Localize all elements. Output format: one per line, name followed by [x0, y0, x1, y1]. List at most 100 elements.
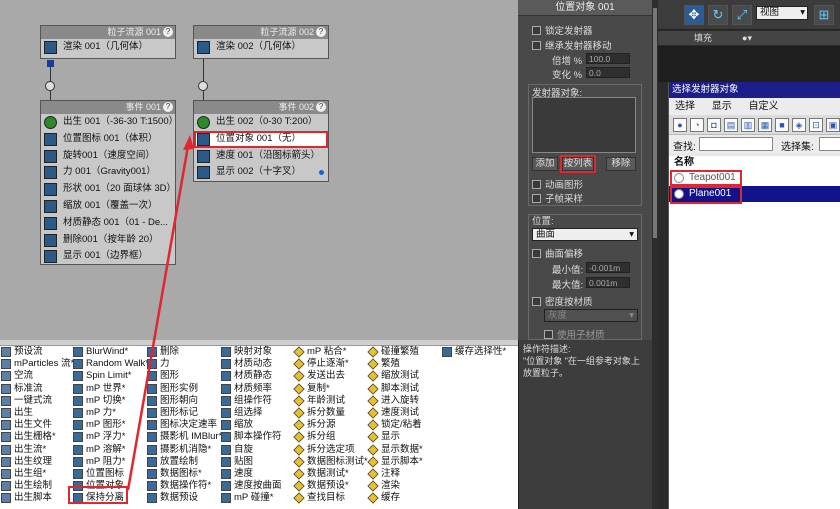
scale-icon[interactable]: ⤢ [732, 5, 752, 25]
depot-item[interactable]: 显示数据* [367, 444, 441, 456]
dropdown-icon[interactable]: ●▾ [742, 33, 752, 43]
operator-shape[interactable]: 形状 001（20 面球体 3D） [41, 181, 176, 198]
depot-item[interactable]: 材质频率 [220, 383, 294, 395]
depot-item[interactable]: 数据预设* [293, 480, 367, 492]
depot-item[interactable]: 渲染 [367, 480, 441, 492]
operator-scale[interactable]: 缩放 001（覆盖一次） [41, 198, 175, 215]
depot-item[interactable]: 拆分组 [293, 431, 367, 443]
menu-select[interactable]: 选择 [675, 101, 695, 112]
filter-warps-icon[interactable]: ▦ [758, 118, 772, 132]
find-input[interactable] [699, 137, 773, 151]
operator-position-icon[interactable]: 位置图标 001（体积） [41, 131, 175, 148]
depot-item[interactable]: 材质动态 [220, 358, 294, 370]
filter-helpers-icon[interactable]: ▥ [741, 118, 755, 132]
depot-item[interactable]: 缩放测试 [367, 370, 441, 383]
operator-birth-2[interactable]: 出生 002（0-30 T:200） [194, 114, 328, 131]
menu-display[interactable]: 显示 [712, 101, 732, 112]
depot-item[interactable]: 停止逐渐* [293, 358, 367, 370]
depot-item[interactable]: 拆分选定项 [293, 444, 367, 456]
depot-item[interactable]: Random Walk* [72, 358, 149, 370]
depot-item[interactable]: 查找目标 [293, 492, 367, 504]
depot-item[interactable]: 出生栅格* [0, 431, 70, 443]
depot-item[interactable]: 发送出去 [293, 370, 367, 383]
select-all-icon[interactable]: ▣ [826, 118, 840, 132]
help-icon[interactable]: ? [163, 27, 173, 37]
depot-item[interactable]: 数据预设 [146, 492, 220, 504]
variation-spinner[interactable]: 0.0 [586, 67, 630, 78]
depot-item[interactable]: 组选择 [220, 407, 294, 419]
operator-force[interactable]: 力 001（Gravity001） [41, 164, 175, 181]
help-icon[interactable]: ? [316, 102, 326, 112]
depot-item[interactable]: 速度 [220, 468, 294, 480]
input-port[interactable] [198, 81, 208, 91]
multiplier-spinner[interactable]: 100.0 [586, 53, 630, 64]
depot-item[interactable]: Spin Limit* [72, 370, 146, 382]
depot-item[interactable]: 出生 [0, 407, 70, 419]
event-node-2[interactable]: 事件 002? 出生 002（0-30 T:200） 位置对象 001（无） 速… [193, 100, 329, 182]
particle-flow-source-node-1[interactable]: 粒子流源 001? 渲染 001（几何体） [40, 25, 176, 59]
depot-item[interactable]: 拆分数量 [293, 407, 367, 419]
max-spinner[interactable]: 0.001m [586, 277, 630, 288]
density-by-material-checkbox[interactable]: 密度按材质 [532, 294, 593, 308]
event-node-1[interactable]: 事件 001? 出生 001（-36-30 T:1500） 位置图标 001（体… [40, 100, 178, 265]
by-list-button[interactable]: 按列表 [560, 155, 596, 173]
depot-item[interactable]: 力 [146, 358, 220, 370]
depot-item[interactable]: 缓存选择性* [441, 346, 517, 358]
depot-item[interactable]: 出生绘制 [0, 480, 70, 492]
depot-item[interactable]: BlurWind* [72, 346, 146, 358]
subframe-sampling-checkbox[interactable]: 子帧采样 [532, 191, 583, 205]
depot-item[interactable]: mP 粘合* [293, 346, 367, 358]
depot-item[interactable]: 自旋 [220, 444, 294, 456]
filter-geometry-icon[interactable]: ● [673, 118, 687, 132]
depot-item[interactable]: 映射对象 [220, 346, 294, 358]
list-item[interactable]: Plane001 [669, 186, 840, 202]
lock-emitter-checkbox[interactable]: 锁定发射器 [532, 23, 593, 37]
depot-item[interactable]: 速度按曲面 [220, 480, 294, 492]
depot-item[interactable]: 锁定/粘着 [367, 419, 441, 431]
depot-item[interactable]: 组操作符 [220, 395, 294, 407]
depot-item[interactable]: 放置绘制 [146, 456, 220, 468]
depot-item[interactable]: 材质静态 [220, 370, 294, 382]
depot-item[interactable]: 空流 [0, 370, 70, 382]
depot-item[interactable]: 脚本测试 [367, 383, 441, 395]
depot-item[interactable]: 碰撞繁殖 [367, 346, 441, 358]
depot-item[interactable]: 图形朝向 [146, 395, 220, 407]
depot-item[interactable]: mParticles 流* [0, 358, 74, 370]
scroll-thumb[interactable] [653, 8, 657, 238]
depot-item[interactable]: 数据图标* [146, 468, 220, 480]
emitter-objects-list[interactable] [532, 97, 636, 153]
depot-item[interactable]: 出生脚本 [0, 492, 70, 504]
depot-item[interactable]: mP 溶解* [72, 444, 146, 456]
depot-item[interactable]: 数据图标测试* [293, 456, 368, 468]
operator-speed[interactable]: 速度 001（沿图标箭头） [194, 148, 328, 165]
filter-groups-icon[interactable]: ■ [775, 118, 789, 132]
depot-item[interactable]: 出生文件 [0, 419, 70, 431]
depot-item[interactable]: 注释 [367, 468, 441, 480]
filter-xrefs-icon[interactable]: ◈ [792, 118, 806, 132]
depot-item[interactable]: 删除 [146, 346, 220, 358]
operator-render-2[interactable]: 渲染 002（几何体） [194, 39, 328, 56]
depot-item[interactable]: 数据操作符* [146, 480, 220, 492]
depot-item[interactable]: 一键式流 [0, 395, 70, 407]
inherit-motion-checkbox[interactable]: 继承发射器移动 [532, 38, 612, 52]
depot-item[interactable]: 脚本操作符 [220, 431, 294, 443]
depot-item[interactable]: 位置对象 [72, 480, 146, 492]
depot-item[interactable]: 标准流 [0, 383, 70, 395]
pivot-icon[interactable]: ⊞ [814, 5, 834, 25]
depot-item[interactable]: 出生组* [0, 468, 70, 480]
help-icon[interactable]: ? [316, 27, 326, 37]
depot-item[interactable]: 显示脚本* [367, 456, 441, 468]
depot-item[interactable]: mP 世界* [72, 383, 146, 395]
filter-bones-icon[interactable]: ⊡ [809, 118, 823, 132]
rotate-icon[interactable]: ↻ [708, 5, 728, 25]
operator-display[interactable]: 显示 001（边界框） [41, 248, 175, 265]
menu-customize[interactable]: 自定义 [749, 101, 779, 112]
depot-item[interactable]: 图形标记 [146, 407, 220, 419]
particle-flow-source-node-2[interactable]: 粒子流源 002? 渲染 002（几何体） [193, 25, 329, 59]
operator-birth[interactable]: 出生 001（-36-30 T:1500） [41, 114, 178, 131]
depot-item[interactable]: 保持分离 [72, 492, 146, 504]
depot-item[interactable]: 摄影机 IMBlur* [146, 431, 222, 443]
location-dropdown[interactable]: 曲面 ▾ [532, 228, 638, 241]
depot-item[interactable]: 出生纹理 [0, 456, 70, 468]
depot-item[interactable]: 数据测试* [293, 468, 367, 480]
